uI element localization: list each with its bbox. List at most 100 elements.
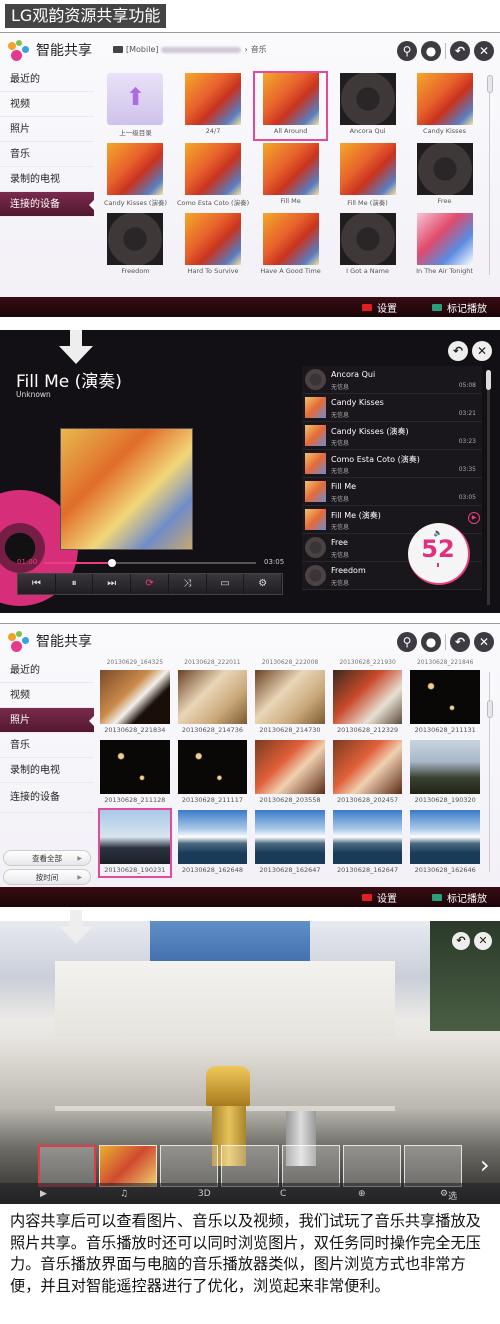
music-item[interactable]: Free [409,143,480,209]
music-browser-screen: 智能共享 [Mobile] › 音乐 ⚲ ● ↶ ✕ 最近的 视频 照片 音乐 … [0,32,500,317]
photo-item[interactable]: 20130628_212329 [332,670,403,736]
music-item[interactable]: All Around [253,71,329,141]
sidebar-item-recorded-tv[interactable]: 录制的电视 [0,167,94,192]
shuffle-icon[interactable]: ⤨ [169,574,207,594]
photo-item[interactable]: 20130628_221834 [100,670,170,736]
sidebar-item-photos[interactable]: 照片 [0,708,94,733]
photo-item[interactable]: 20130628_211131 [410,670,480,736]
photo-label: 20130628_162648 [181,866,243,874]
mark-play-button[interactable]: 标记播放 [432,300,487,315]
3d-icon[interactable]: 3D [198,1189,211,1199]
music-item[interactable]: Have A Good Time [255,213,326,279]
photo-item[interactable]: 20130628_214736 [177,670,248,736]
photo-item[interactable]: 20130628_203558 [255,740,325,806]
sidebar-item-connected-devices[interactable]: 连接的设备 [0,192,94,217]
parent-folder-item[interactable]: 上一级目录 [100,73,171,139]
repeat-icon[interactable]: ⟳ [131,574,169,594]
options-button[interactable]: ⚙ 选项 [440,1189,457,1202]
sidebar-item-photos[interactable]: 照片 [0,117,94,142]
music-item[interactable]: Candy Kisses [409,73,480,139]
sort-by-time-button[interactable]: 按时间 ▶ [3,869,91,885]
music-icon[interactable]: ♫ [120,1189,128,1199]
photo-label: 20130628_221930 [339,659,396,666]
screen-off-icon[interactable]: ▭ [207,574,245,594]
sidebar-item-recent[interactable]: 最近的 [0,67,94,92]
filmstrip-thumbnail[interactable] [99,1145,157,1187]
search-icon[interactable]: ⚲ [397,632,417,652]
playlist-item[interactable]: Candy Kisses (演奏) 无信息 03:23 [302,422,482,450]
photo-item[interactable]: 20130628_190231 [98,808,172,878]
back-icon[interactable]: ↶ [450,632,470,652]
photo-thumbnail [255,670,325,724]
photo-item[interactable]: 20130628_162647 [332,810,403,876]
filmstrip-thumbnail[interactable] [38,1145,96,1187]
filmstrip-thumbnail[interactable] [282,1145,340,1187]
filmstrip-thumbnail[interactable] [404,1145,462,1187]
photo-item[interactable]: 20130628_162646 [410,810,480,876]
previous-icon[interactable]: ⏮ [18,574,56,594]
playlist-item[interactable]: Candy Kisses 无信息 03:21 [302,394,482,422]
music-item[interactable]: Candy Kisses (演奏) [100,143,171,209]
user-icon[interactable]: ● [421,41,441,61]
play-icon[interactable]: ▶ [40,1189,47,1199]
music-item[interactable]: Hard To Survive [177,213,249,279]
settings-button[interactable]: 设置 [362,890,397,905]
filmstrip-thumbnail[interactable] [160,1145,218,1187]
music-item[interactable]: Fill Me (演奏) [332,143,403,209]
item-label: Freedom [121,267,150,275]
scrollbar[interactable] [487,672,494,872]
chevron-right-icon[interactable]: › [480,1151,490,1179]
playlist-item[interactable]: Ancora Qui 无信息 05:08 [302,366,482,394]
zoom-icon[interactable]: ⊕ [358,1189,366,1199]
back-icon[interactable]: ↶ [450,41,470,61]
photo-viewer-screen: ↶ ✕ › ▶ ♫ 3D C ⊕ ⚙ 选项 [0,921,500,1204]
photo-item[interactable]: 20130628_162648 [177,810,248,876]
playlist-item[interactable]: Como Esta Coto (演奏) 无信息 03:35 [302,450,482,478]
photo-item[interactable]: 20130628_190320 [410,740,480,806]
music-item[interactable]: Ancora Qui [332,73,403,139]
photo-item[interactable]: 20130628_162647 [255,810,325,876]
next-icon[interactable]: ⏭ [93,574,132,594]
music-item[interactable]: In The Air Tonight [409,213,480,279]
settings-icon[interactable]: ⚙ [244,574,283,594]
search-icon[interactable]: ⚲ [397,41,417,61]
breadcrumb-root[interactable]: [Mobile] [126,45,158,54]
sidebar-item-video[interactable]: 视频 [0,92,94,117]
settings-button[interactable]: 设置 [362,300,397,315]
sidebar-item-music[interactable]: 音乐 [0,733,94,758]
photo-item[interactable]: 20130628_211128 [100,740,170,806]
photo-item[interactable]: 20130628_214730 [255,670,325,736]
playlist-scrollbar[interactable] [486,370,491,605]
playlist-item[interactable]: Fill Me 无信息 03:05 [302,478,482,506]
filmstrip-thumbnail[interactable] [221,1145,279,1187]
rotate-icon[interactable]: C [280,1189,286,1199]
item-label: 24/7 [205,127,221,135]
view-all-button[interactable]: 查看全部 ▶ [3,850,91,866]
sort-by-time-label: 按时间 [35,873,59,882]
sidebar-item-video[interactable]: 视频 [0,683,94,708]
sidebar-item-music[interactable]: 音乐 [0,142,94,167]
music-item[interactable]: Freedom [100,213,171,279]
user-icon[interactable]: ● [421,632,441,652]
mark-play-button[interactable]: 标记播放 [432,890,487,905]
music-item[interactable]: I Got a Name [332,213,403,279]
scrollbar[interactable] [487,75,494,275]
music-item[interactable]: Fill Me [255,143,326,209]
sidebar-item-connected-devices[interactable]: 连接的设备 [0,783,94,813]
close-icon[interactable]: ✕ [472,341,492,361]
close-icon[interactable]: ✕ [474,932,492,950]
pause-icon[interactable]: ⏸ [56,574,94,594]
music-item[interactable]: 24/7 [177,73,249,139]
photo-item[interactable]: 20130628_211117 [177,740,248,806]
music-item[interactable]: Como Esta Coto (演奏) [177,143,249,209]
back-icon[interactable]: ↶ [452,932,470,950]
progress-bar[interactable] [44,559,256,567]
close-icon[interactable]: ✕ [474,632,494,652]
close-icon[interactable]: ✕ [474,41,494,61]
filmstrip-thumbnail[interactable] [343,1145,401,1187]
progress-knob[interactable] [107,559,116,567]
sidebar-item-recent[interactable]: 最近的 [0,658,94,683]
photo-item[interactable]: 20130628_202457 [332,740,403,806]
sidebar-item-recorded-tv[interactable]: 录制的电视 [0,758,94,783]
back-icon[interactable]: ↶ [448,341,468,361]
